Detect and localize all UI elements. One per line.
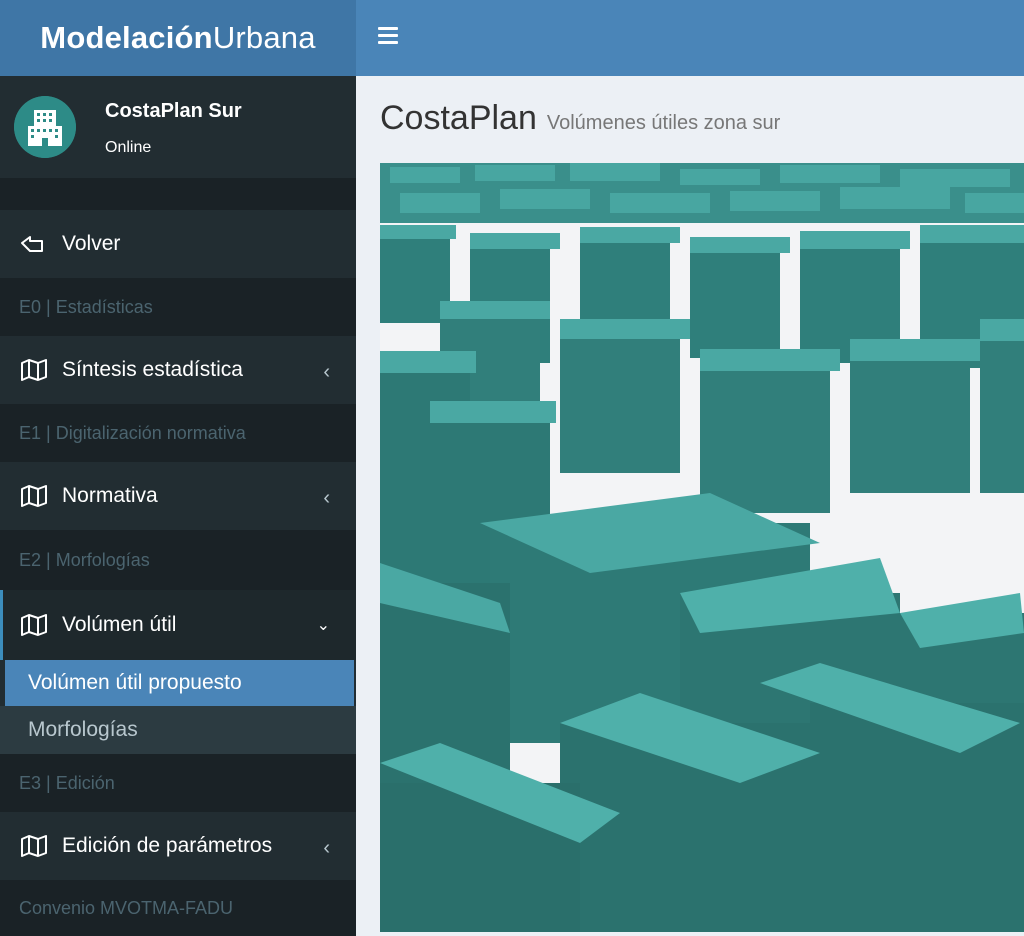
user-panel: CostaPlan Sur Online xyxy=(0,76,356,178)
logo-bold: Modelación xyxy=(40,20,213,55)
section-header-e2: E2 | Morfologías xyxy=(0,530,356,590)
sidebar-item-label: Volver xyxy=(62,232,121,255)
menu-toggle-icon[interactable] xyxy=(378,27,398,45)
hand-point-left-icon xyxy=(20,233,50,255)
sidebar-item-volver[interactable]: Volver xyxy=(0,210,356,278)
building-volumes-render xyxy=(380,163,1024,932)
map-icon xyxy=(20,835,50,857)
map-icon xyxy=(20,485,50,507)
user-status: Online xyxy=(105,139,152,156)
section-header-e0: E0 | Estadísticas xyxy=(0,278,356,336)
user-name: CostaPlan Sur xyxy=(105,100,242,122)
logo-light: Urbana xyxy=(212,20,316,55)
sidebar-search-gap xyxy=(0,178,356,210)
sidebar-item-label: Síntesis estadística xyxy=(62,358,243,381)
page-subtitle: Volúmenes útiles zona sur xyxy=(546,112,781,134)
map-icon xyxy=(20,614,50,636)
map-icon xyxy=(20,359,50,381)
app-logo[interactable]: Modelación Urbana xyxy=(0,0,356,76)
sidebar-item-label: Normativa xyxy=(62,484,158,507)
section-header-e1: E1 | Digitalización normativa xyxy=(0,404,356,462)
sidebar-footer-text: Convenio MVOTMA-FADU xyxy=(0,880,356,936)
top-navbar xyxy=(356,0,1024,76)
sidebar-item-label: Volúmen útil xyxy=(62,613,177,636)
chevron-left-icon: ‹ xyxy=(323,361,330,383)
3d-city-viewport[interactable] xyxy=(380,163,1024,932)
chevron-left-icon: ‹ xyxy=(323,837,330,859)
section-header-e3: E3 | Edición xyxy=(0,754,356,812)
submenu-item-volumen-propuesto[interactable]: Volúmen útil propuesto xyxy=(5,660,354,706)
sidebar-item-edicion[interactable]: Edición de parámetros ‹ xyxy=(0,812,356,880)
page-title: CostaPlan Volúmenes útiles zona sur xyxy=(380,99,780,138)
sidebar-item-sintesis[interactable]: Síntesis estadística ‹ xyxy=(0,336,356,404)
chevron-down-icon: ⌄ xyxy=(316,617,330,634)
submenu-item-morfologias[interactable]: Morfologías xyxy=(0,706,356,754)
sidebar-item-volumen[interactable]: Volúmen útil ⌄ xyxy=(0,590,356,660)
page-title-text: CostaPlan xyxy=(380,99,537,137)
sidebar: CostaPlan Sur Online Volver E0 | Estadís… xyxy=(0,76,356,936)
sidebar-item-normativa[interactable]: Normativa ‹ xyxy=(0,462,356,530)
sidebar-item-label: Edición de parámetros xyxy=(62,834,273,857)
chevron-left-icon: ‹ xyxy=(323,487,330,509)
avatar xyxy=(14,96,76,158)
